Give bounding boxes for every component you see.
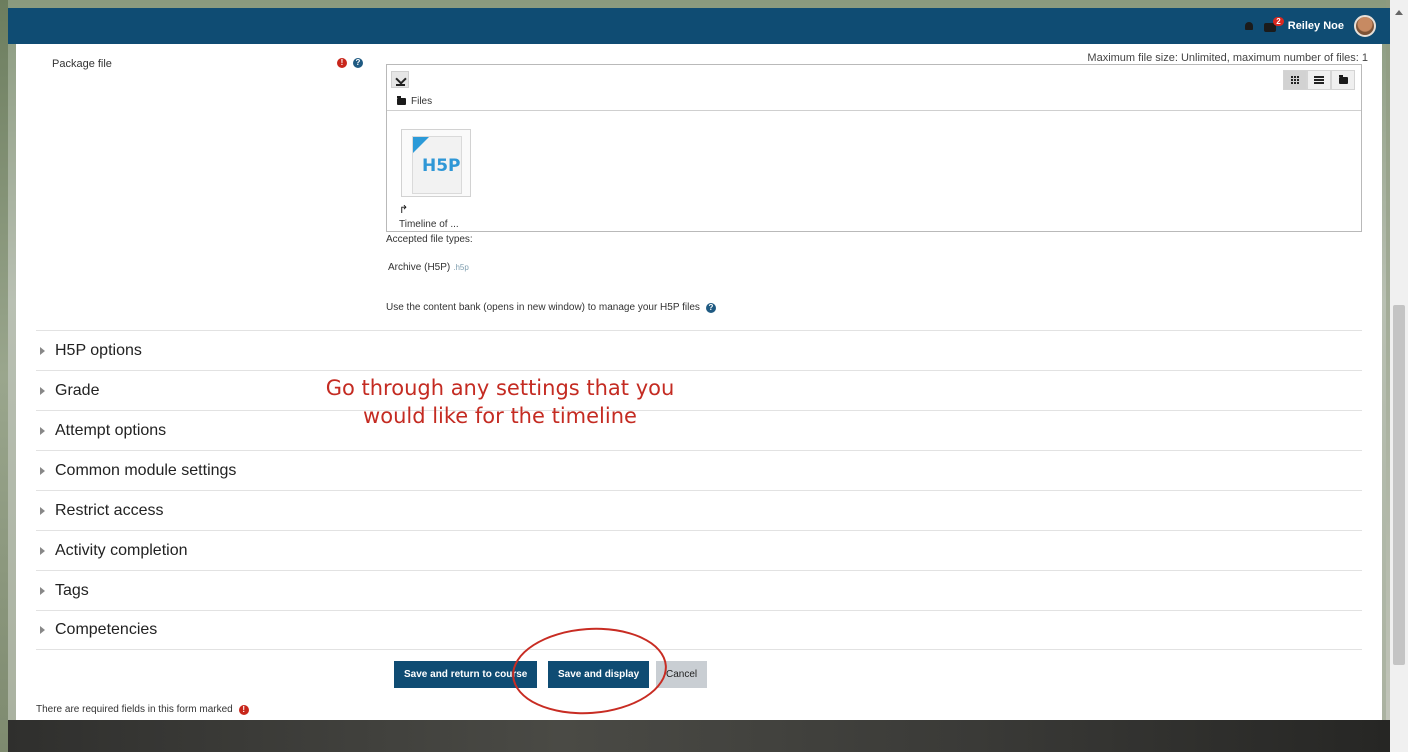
section-label: Attempt options [55, 421, 167, 439]
file-picker[interactable]: Files H5P ↱ Timeline of ... [386, 64, 1362, 232]
help-icon[interactable]: ? [353, 58, 363, 68]
section-competencies[interactable]: Competencies [36, 610, 1362, 650]
background-strip-left [0, 0, 8, 752]
scroll-up-arrow-icon[interactable] [1395, 10, 1403, 15]
package-file-icons: ! ? [337, 58, 363, 68]
chevron-right-icon [40, 346, 45, 355]
accepted-file-types-label: Accepted file types: [386, 234, 473, 245]
accepted-file-type: Archive (H5P) .h5p [388, 262, 469, 273]
top-navbar: 2 Reiley Noe [8, 8, 1390, 44]
save-and-return-button[interactable]: Save and return to course [394, 661, 538, 688]
h5p-corner-mark [413, 137, 429, 153]
folder-icon [1338, 74, 1348, 84]
grid-view-button[interactable] [1283, 70, 1307, 90]
file-path-breadcrumb[interactable]: Files [397, 96, 432, 107]
page-scrollbar[interactable] [1390, 0, 1408, 752]
required-icon: ! [337, 58, 347, 68]
archive-extension: .h5p [453, 263, 469, 272]
section-label: Activity completion [55, 541, 188, 559]
view-mode-buttons [1283, 70, 1355, 90]
form-panel: Package file ! ? Maximum file size: Unli… [16, 44, 1382, 720]
alias-arrow-icon: ↱ [399, 204, 409, 216]
max-file-size-text: Maximum file size: Unlimited, maximum nu… [1087, 52, 1368, 64]
user-menu-area: 2 Reiley Noe [1244, 15, 1376, 37]
cancel-button[interactable]: Cancel [656, 661, 708, 688]
content-bank-text[interactable]: Use the content bank (opens in new windo… [386, 302, 700, 313]
archive-type-label: Archive (H5P) [388, 262, 451, 273]
chevron-right-icon [40, 506, 45, 515]
chevron-right-icon [40, 466, 45, 475]
h5p-logo-text: H5P [422, 156, 461, 176]
chevron-right-icon [40, 626, 45, 634]
messages-icon[interactable]: 2 [1263, 16, 1284, 32]
list-view-button[interactable] [1307, 70, 1331, 90]
h5p-file-tile[interactable]: H5P [401, 129, 471, 197]
save-and-display-button[interactable]: Save and display [548, 661, 650, 688]
section-label: H5P options [55, 341, 142, 359]
tree-view-button[interactable] [1331, 70, 1355, 90]
section-tags[interactable]: Tags [36, 570, 1362, 610]
avatar[interactable] [1354, 15, 1376, 37]
section-label: Tags [55, 581, 89, 599]
help-icon[interactable]: ? [705, 302, 716, 313]
chevron-right-icon [40, 386, 45, 395]
grid-icon [1290, 75, 1300, 85]
folder-icon [397, 96, 406, 105]
section-attempt-options[interactable]: Attempt options [36, 410, 1362, 450]
chevron-right-icon [40, 426, 45, 435]
section-label: Common module settings [55, 461, 237, 479]
required-fields-note: There are required fields in this form m… [36, 704, 249, 715]
chevron-right-icon [40, 546, 45, 555]
package-file-label: Package file [52, 58, 112, 70]
files-breadcrumb-label: Files [411, 96, 433, 107]
required-note-text: There are required fields in this form m… [36, 704, 233, 715]
file-picker-toolbar: Files [387, 65, 1361, 111]
chevron-right-icon [40, 586, 45, 595]
section-label: Restrict access [55, 501, 164, 519]
section-label: Grade [55, 381, 100, 399]
scrollbar-thumb[interactable] [1393, 305, 1405, 665]
download-button[interactable] [391, 71, 409, 88]
user-name[interactable]: Reiley Noe [1288, 20, 1344, 32]
annotation-text: Go through any settings that you would l… [325, 376, 675, 428]
file-picker-body: H5P ↱ Timeline of ... [387, 111, 1361, 231]
h5p-file-icon: H5P [412, 136, 462, 194]
notifications-bell-icon[interactable] [1244, 21, 1254, 32]
list-icon [1314, 76, 1324, 84]
section-h5p-options[interactable]: H5P options [36, 330, 1362, 370]
content-bank-note: Use the content bank (opens in new windo… [386, 302, 716, 313]
section-common-module-settings[interactable]: Common module settings [36, 450, 1362, 490]
section-activity-completion[interactable]: Activity completion [36, 530, 1362, 570]
required-icon: ! [238, 704, 249, 715]
section-label: Competencies [55, 621, 158, 638]
section-restrict-access[interactable]: Restrict access [36, 490, 1362, 530]
file-name[interactable]: Timeline of ... [399, 219, 459, 230]
section-grade[interactable]: Grade [36, 370, 1362, 410]
messages-badge: 2 [1273, 16, 1284, 26]
footer-background [8, 720, 1390, 752]
